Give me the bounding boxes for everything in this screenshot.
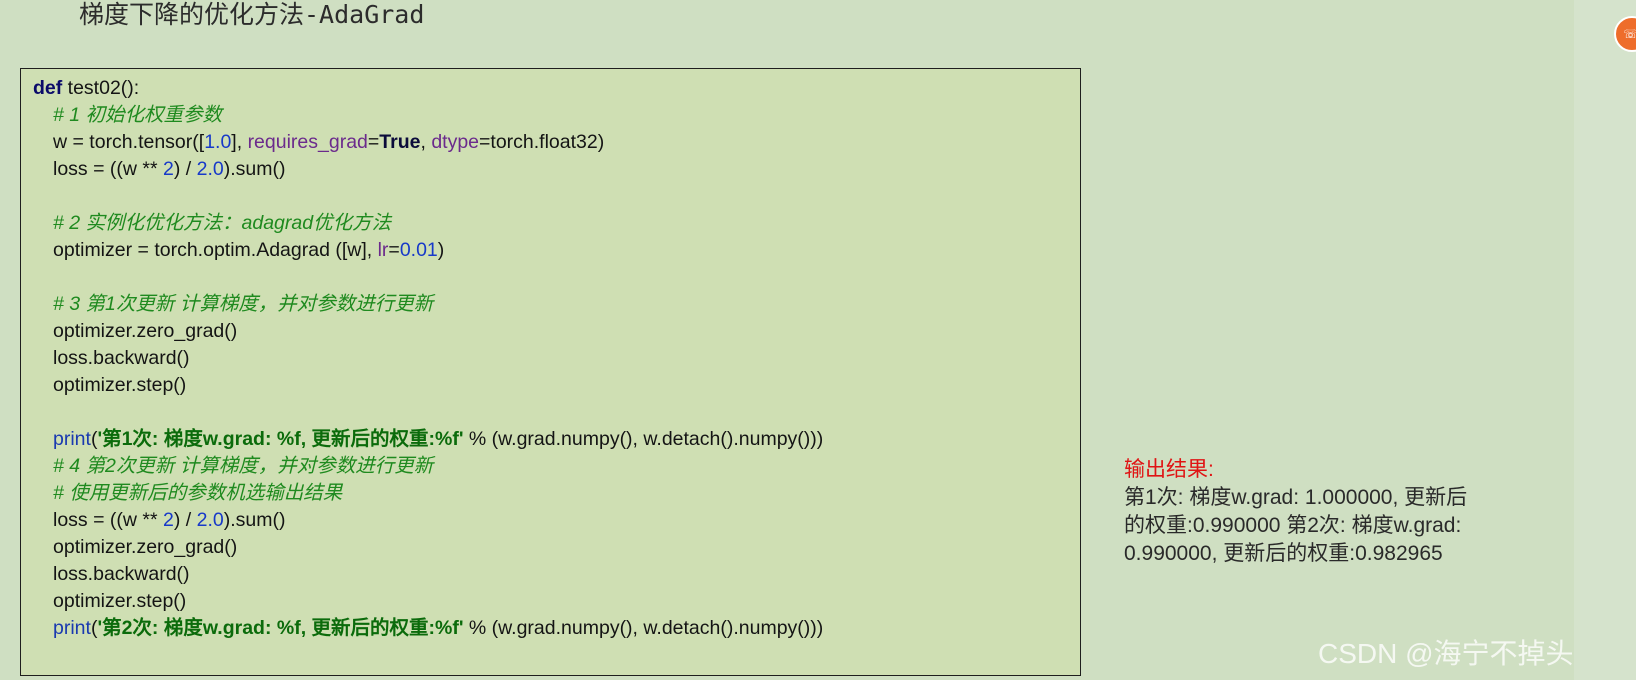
keyword-def: def xyxy=(33,77,63,99)
code-text: loss = ((w ** xyxy=(53,158,163,180)
code-line-2: # 1 初始化权重参数 xyxy=(33,101,222,129)
code-string: '第2次: 梯度w.grad: %f, 更新后的权重:%f' xyxy=(97,617,464,639)
code-line-1: def test02(): xyxy=(33,74,139,102)
code-block: def test02(): # 1 初始化权重参数 w = torch.tens… xyxy=(20,68,1081,676)
code-text: optimizer.zero_grad() xyxy=(53,536,238,558)
code-function: print xyxy=(53,617,91,639)
code-argument: lr xyxy=(377,239,389,261)
code-line-6: # 2 实例化优化方法：adagrad优化方法 xyxy=(33,209,391,237)
chat-icon: ☏ xyxy=(1623,27,1636,41)
code-number: 2 xyxy=(162,158,174,180)
code-text: loss = ((w ** xyxy=(53,509,163,531)
code-line-21: print('第2次: 梯度w.grad: %f, 更新后的权重:%f' % (… xyxy=(33,614,823,642)
code-text: test02(): xyxy=(62,77,140,99)
code-number: 1.0 xyxy=(204,131,232,153)
code-text: = xyxy=(367,131,380,153)
code-comment: # 2 实例化优化方法：adagrad优化方法 xyxy=(53,212,392,234)
code-line-15: # 4 第2次更新 计算梯度，并对参数进行更新 xyxy=(33,452,433,480)
code-comment: # 1 初始化权重参数 xyxy=(53,104,223,126)
code-text: optimizer = torch.optim.Adagrad ([w], xyxy=(53,239,378,261)
code-line-19: loss.backward() xyxy=(33,560,190,588)
code-text: w = torch.tensor([ xyxy=(53,131,205,153)
code-text: ) / xyxy=(173,158,197,180)
output-panel: 输出结果: 第1次: 梯度w.grad: 1.000000, 更新后的权重:0.… xyxy=(1124,456,1484,568)
code-line-7: optimizer = torch.optim.Adagrad ([w], lr… xyxy=(33,236,444,264)
code-line-20: optimizer.step() xyxy=(33,587,186,615)
code-text: = xyxy=(388,239,400,261)
csdn-watermark: CSDN @海宁不掉头发 xyxy=(1318,638,1602,669)
code-number: 2.0 xyxy=(196,158,224,180)
code-text: optimizer.step() xyxy=(53,374,187,396)
code-line-3: w = torch.tensor([1.0], requires_grad=Tr… xyxy=(33,128,604,156)
code-argument: dtype xyxy=(431,131,480,153)
code-number: 0.01 xyxy=(399,239,438,261)
code-text: optimizer.zero_grad() xyxy=(53,320,238,342)
code-text: optimizer.step() xyxy=(53,590,187,612)
code-text: ).sum() xyxy=(223,158,286,180)
code-line-4: loss = ((w ** 2) / 2.0).sum() xyxy=(33,155,285,183)
code-comment: # 使用更新后的参数机选输出结果 xyxy=(53,482,343,504)
code-string: '第1次: 梯度w.grad: %f, 更新后的权重:%f' xyxy=(97,428,464,450)
code-line-18: optimizer.zero_grad() xyxy=(33,533,237,561)
output-label: 输出结果: xyxy=(1124,458,1214,481)
code-line-16: # 使用更新后的参数机选输出结果 xyxy=(33,479,342,507)
code-line-12: optimizer.step() xyxy=(33,371,186,399)
code-function: print xyxy=(53,428,91,450)
output-text: 第1次: 梯度w.grad: 1.000000, 更新后的权重:0.990000… xyxy=(1124,486,1468,565)
code-line-10: optimizer.zero_grad() xyxy=(33,317,237,345)
code-text: ) xyxy=(437,239,445,261)
code-number: 2.0 xyxy=(196,509,224,531)
code-number: 2 xyxy=(162,509,174,531)
keyword-true: True xyxy=(379,131,421,153)
code-argument: requires_grad xyxy=(247,131,368,153)
code-text: ) / xyxy=(173,509,197,531)
code-line-11: loss.backward() xyxy=(33,344,190,372)
code-text: =torch.float32) xyxy=(479,131,605,153)
code-text: loss.backward() xyxy=(53,563,190,585)
code-comment: # 3 第1次更新 计算梯度，并对参数进行更新 xyxy=(53,293,434,315)
code-line-9: # 3 第1次更新 计算梯度，并对参数进行更新 xyxy=(33,290,433,318)
code-text: loss.backward() xyxy=(53,347,190,369)
code-text: % (w.grad.numpy(), w.detach().numpy())) xyxy=(463,428,824,450)
code-text: , xyxy=(420,131,432,153)
code-line-14: print('第1次: 梯度w.grad: %f, 更新后的权重:%f' % (… xyxy=(33,425,823,453)
code-line-17: loss = ((w ** 2) / 2.0).sum() xyxy=(33,506,285,534)
code-text: % (w.grad.numpy(), w.detach().numpy())) xyxy=(463,617,824,639)
code-text: ).sum() xyxy=(223,509,286,531)
right-margin-strip xyxy=(1574,0,1636,680)
code-text: ], xyxy=(231,131,248,153)
slide-title: 梯度下降的优化方法-AdaGrad xyxy=(79,0,425,29)
code-comment: # 4 第2次更新 计算梯度，并对参数进行更新 xyxy=(53,455,434,477)
